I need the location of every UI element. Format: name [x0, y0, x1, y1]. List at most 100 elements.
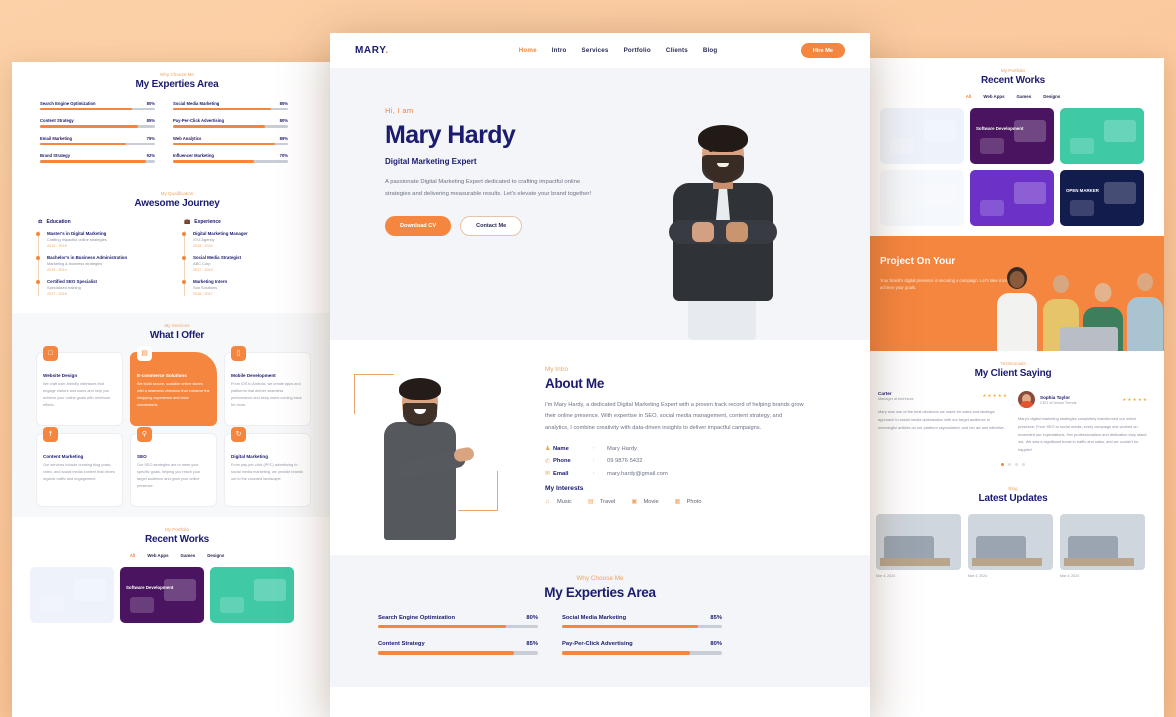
- timeline-dot-icon: [36, 231, 40, 236]
- left-portfolio-filters[interactable]: All Web Apps Games Designs: [12, 553, 342, 558]
- team-photo: [989, 256, 1164, 351]
- portfolio-work-card[interactable]: [210, 566, 294, 623]
- service-card[interactable]: ☨ Content Marketing Our services include c…: [36, 426, 123, 507]
- education-heading: ⚖ Education: [38, 219, 170, 225]
- skill-bar: [173, 108, 288, 111]
- left-page-preview[interactable]: Why Choose Me My Experties Area Search E…: [12, 62, 342, 717]
- right-work-grid[interactable]: Software Development OPEN MARKER: [862, 108, 1164, 226]
- nav-item-portfolio[interactable]: Portfolio: [624, 47, 651, 54]
- nav-item-intro[interactable]: Intro: [552, 47, 567, 54]
- center-page-preview[interactable]: MARY. Home Intro Services Portfolio Clients B…: [330, 33, 870, 717]
- portfolio-filter-designs[interactable]: Designs: [207, 553, 224, 558]
- right-portfolio-filters[interactable]: All Web Apps Games Designs: [862, 94, 1164, 99]
- blog-meta: Mar 4, 2024: [968, 574, 988, 579]
- journey-desc: ABC Corp: [193, 261, 211, 267]
- skill-value: 85%: [710, 615, 722, 621]
- interest-item: ▦ Photo: [675, 498, 702, 506]
- portfolio-work-card[interactable]: [970, 170, 1054, 226]
- portfolio-filter-designs[interactable]: Designs: [1043, 94, 1060, 99]
- right-page-preview[interactable]: My Portfolio Recent Works All Web Apps Gam…: [862, 58, 1164, 717]
- avatar: [1018, 391, 1035, 408]
- service-desc: From iOS to Android, we create apps and …: [231, 381, 302, 407]
- hero-buttons: Download CV Contact Me: [385, 216, 870, 237]
- testimonial-body: Mary was one of the best decisions we ma…: [878, 409, 1005, 430]
- nav-item-blog[interactable]: Blog: [703, 47, 718, 54]
- testimonial-body: Mary's digital marketing strategies comp…: [1018, 416, 1147, 453]
- skill-item: Pay-Per-Click Advertising 80%: [173, 118, 288, 128]
- portfolio-filter-web-apps[interactable]: Web Apps: [983, 94, 1004, 99]
- portfolio-work-card[interactable]: Software Development: [120, 566, 204, 623]
- portfolio-work-card[interactable]: [30, 566, 114, 623]
- refresh-icon: ↻: [231, 426, 246, 442]
- service-card[interactable]: ↻ Digital Marketing From pay-per-click (PP…: [224, 426, 311, 507]
- download-cv-button[interactable]: Download CV: [385, 216, 452, 237]
- skill-bar: [562, 625, 722, 629]
- blog-thumbnail: [876, 514, 961, 571]
- skill-value: 85%: [279, 101, 288, 106]
- about-portrait: [330, 366, 545, 555]
- logo-dot: .: [385, 45, 389, 56]
- interest-label: Movie: [643, 498, 659, 505]
- education-list: Master's in Digital Marketing Crafting im…: [36, 230, 170, 296]
- blog-card[interactable]: Mar 4, 2024: [876, 514, 961, 578]
- skill-value: 80%: [526, 615, 538, 621]
- skill-value: 80%: [146, 101, 155, 106]
- journey-year: 2017 - 2019: [193, 267, 213, 272]
- share-icon: ☨: [43, 426, 58, 442]
- portfolio-filter-all[interactable]: All: [130, 553, 136, 558]
- skill-bar: [378, 651, 538, 655]
- portfolio-work-card[interactable]: [1060, 108, 1144, 164]
- skill-name: Web Analytics: [173, 135, 202, 141]
- experience-title: Experience: [194, 218, 221, 225]
- journey-item: Marketing Intern Sun Solutions 2016 - 2017: [182, 279, 316, 296]
- portfolio-filter-web-apps[interactable]: Web Apps: [147, 553, 168, 558]
- service-card[interactable]: ▤ E-commerce Solutions We build secure, sc…: [130, 345, 217, 426]
- briefcase-icon: 💼: [184, 218, 191, 225]
- skill-value: 89%: [279, 135, 288, 141]
- phone-icon: ✆: [545, 458, 551, 465]
- skill-value: 70%: [279, 153, 288, 159]
- right-portfolio-title: Recent Works: [980, 75, 1046, 86]
- envelope-icon: ✉: [545, 471, 551, 478]
- portfolio-filter-games[interactable]: Games: [181, 553, 196, 558]
- blog-card[interactable]: Mar 4, 2024: [968, 514, 1053, 578]
- info-label: Email: [553, 470, 569, 477]
- left-work-grid[interactable]: Software Development: [12, 566, 342, 623]
- about-info-list: ♟ Name: Mary Hardy ✆ Phone: 09 9876 5432 ✉ Emai…: [545, 445, 805, 478]
- main-menu[interactable]: Home Intro Services Portfolio Clients Blog: [519, 47, 718, 54]
- blog-card[interactable]: Mar 4, 2024: [1060, 514, 1145, 578]
- graduation-cap-icon: ⚖: [38, 218, 43, 225]
- pagination-dot[interactable]: [1015, 463, 1018, 467]
- portfolio-work-card[interactable]: [880, 108, 964, 164]
- service-card[interactable]: ▯ Mobile Development From iOS to Android, …: [224, 345, 311, 426]
- contact-me-button[interactable]: Contact Me: [460, 216, 523, 237]
- testimonial-role: Manager at techhove: [878, 397, 914, 401]
- blog-kicker: Blog: [1008, 486, 1018, 492]
- hire-me-button[interactable]: Hire Me: [800, 43, 845, 58]
- timeline-dot-icon: [182, 279, 186, 284]
- timeline-dot-icon: [36, 279, 40, 284]
- portfolio-work-card[interactable]: OPEN MARKER: [1060, 170, 1144, 226]
- portfolio-filter-games[interactable]: Games: [1017, 94, 1032, 99]
- left-expertise-section: Why Choose Me My Experties Area Search E…: [12, 62, 342, 181]
- skill-value: 80%: [279, 118, 288, 124]
- service-card[interactable]: ⚲ SEO Our SEO strategies are to meet your …: [130, 426, 217, 507]
- nav-item-services[interactable]: Services: [582, 47, 609, 54]
- expertise-section: Why Choose Me My Experties Area Search E…: [330, 555, 870, 687]
- pagination-dot[interactable]: [1001, 463, 1004, 467]
- rating-stars-icon: ★★★★★: [982, 393, 1008, 398]
- portfolio-work-card[interactable]: Software Development: [970, 108, 1054, 164]
- pagination-dot[interactable]: [1008, 463, 1011, 467]
- portfolio-work-card[interactable]: [880, 170, 964, 226]
- interest-label: Photo: [686, 498, 702, 505]
- service-title: Website Design: [43, 372, 78, 378]
- service-card[interactable]: □ Website Design We craft user-friendly in…: [36, 345, 123, 426]
- pagination-dot[interactable]: [1022, 463, 1025, 467]
- nav-item-clients[interactable]: Clients: [666, 47, 688, 54]
- journey-desc: Specialized training: [47, 285, 81, 291]
- nav-item-home[interactable]: Home: [519, 47, 537, 54]
- site-logo[interactable]: MARY.: [355, 45, 389, 56]
- testimonial-pagination[interactable]: [862, 463, 1164, 467]
- blog-post-list[interactable]: Mar 4, 2024 Mar 4, 2024 Mar 4, 2024: [862, 514, 1164, 578]
- portfolio-filter-all[interactable]: All: [966, 94, 972, 99]
